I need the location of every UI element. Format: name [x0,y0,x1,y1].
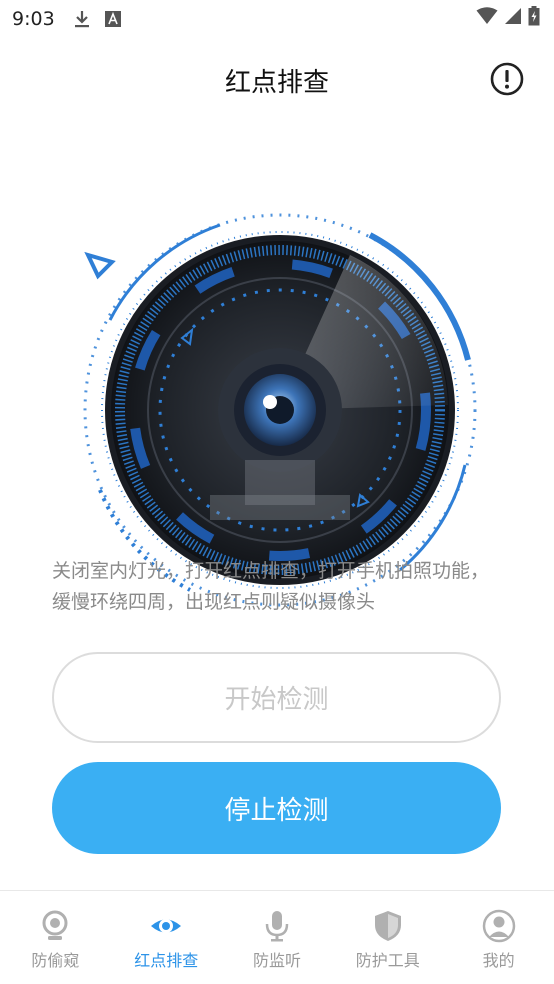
shield-icon [374,911,401,941]
page-title: 红点排查 [224,68,329,98]
tab-anti-monitoring[interactable]: 防监听 [222,891,333,984]
start-detection-button[interactable]: 开始检测 [52,652,501,743]
status-left-icons [73,9,121,29]
battery-icon [528,6,540,26]
wifi-icon [476,7,498,24]
tab-label: 防护工具 [355,951,420,970]
signal-icon [505,8,521,24]
tab-label: 我的 [482,951,515,970]
header: 红点排查 [0,48,554,112]
bottom-tab-bar: 防偷窥 红点排查 防监听 防护工具 我的 [0,890,554,984]
microphone-icon [265,911,289,942]
status-time: 9:03 [12,8,55,30]
info-icon[interactable] [490,62,524,96]
user-icon [482,909,515,943]
a-notification-icon [104,11,121,27]
status-bar: 9:03 [0,0,554,38]
status-right-icons [476,6,540,26]
stop-detection-button[interactable]: 停止检测 [52,762,501,854]
webcam-icon [42,910,68,940]
download-icon [74,11,89,28]
tab-anti-peeping[interactable]: 防偷窥 [0,891,111,984]
tab-label: 红点排查 [134,951,199,970]
tab-red-dot-check[interactable]: 红点排查 [111,891,222,984]
hint-text: 关闭室内灯光，打开红点排查，打开手机拍照功能，缓慢环绕四周，出现红点则疑似摄像头 [52,560,490,613]
tab-label: 防监听 [252,951,301,970]
tab-protection-tools[interactable]: 防护工具 [332,891,443,984]
eye-icon [151,919,182,933]
tab-mine[interactable]: 我的 [443,891,554,984]
tab-label: 防偷窥 [31,951,80,970]
